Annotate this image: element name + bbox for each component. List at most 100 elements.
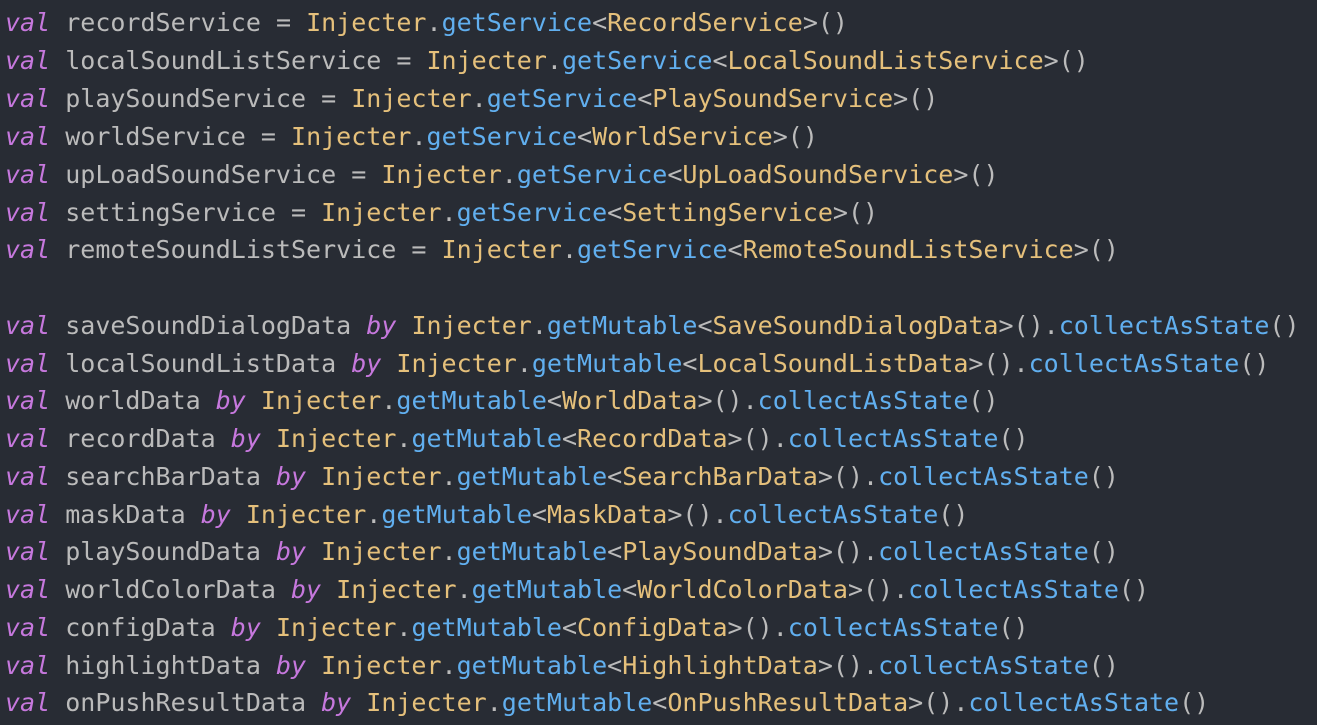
type-argument: RecordService (607, 8, 803, 37)
assign-operator: = (411, 235, 427, 264)
function-call: getMutable (531, 349, 683, 378)
code-line[interactable]: val upLoadSoundService = Injecter.getSer… (5, 156, 999, 194)
call-mid: >(). (727, 424, 788, 453)
keyword-val: val (5, 84, 51, 113)
injecter-object: Injecter (275, 613, 397, 642)
code-line[interactable]: val recordService = Injecter.getService<… (5, 4, 848, 42)
call-tail: () (998, 613, 1029, 642)
injecter-object: Injecter (275, 424, 397, 453)
call-tail: () (1269, 311, 1300, 340)
assign-operator: = (275, 8, 292, 37)
function-call: getMutable (546, 311, 698, 340)
type-argument: UpLoadSoundService (682, 160, 954, 189)
call-mid: >(). (817, 537, 879, 566)
call-mid: >(). (908, 688, 969, 717)
injecter-object: Injecter (381, 160, 502, 189)
call-mid: >(). (998, 311, 1059, 340)
collect-call: collectAsState (878, 537, 1089, 566)
code-line[interactable]: val searchBarData by Injecter.getMutable… (5, 458, 1119, 496)
variable-name: searchBarData (65, 462, 261, 491)
keyword-by: by (275, 462, 307, 491)
injecter-object: Injecter (260, 386, 382, 415)
call-tail: () (998, 424, 1029, 453)
code-line[interactable]: val highlightData by Injecter.getMutable… (5, 647, 1119, 685)
type-argument: ConfigData (577, 613, 728, 642)
call-mid: >(). (667, 500, 728, 529)
function-call: getMutable (501, 688, 653, 717)
code-line[interactable]: val saveSoundDialogData by Injecter.getM… (5, 307, 1300, 345)
call-mid: >(). (847, 575, 909, 604)
variable-name: worldColorData (65, 575, 276, 604)
code-line[interactable]: val configData by Injecter.getMutable<Co… (5, 609, 1029, 647)
call-mid: >(). (817, 462, 879, 491)
call-tail: >() (832, 198, 879, 227)
keyword-val: val (5, 122, 51, 151)
injecter-object: Injecter (336, 575, 457, 604)
code-line[interactable]: val settingService = Injecter.getService… (5, 194, 878, 232)
function-call: getService (577, 235, 728, 264)
type-argument: OnPushResultData (667, 688, 909, 717)
injecter-object: Injecter (411, 311, 532, 340)
function-call: getMutable (456, 651, 608, 680)
variable-name: playSoundData (65, 537, 261, 566)
call-tail: () (938, 500, 969, 529)
variable-name: highlightData (65, 651, 261, 680)
keyword-val: val (5, 386, 51, 415)
keyword-val: val (5, 160, 51, 189)
injecter-object: Injecter (396, 349, 517, 378)
call-mid: >(). (697, 386, 758, 415)
injecter-object: Injecter (426, 46, 547, 75)
type-argument: PlaySoundData (622, 537, 818, 566)
call-mid: >(). (727, 613, 788, 642)
function-call: getService (441, 8, 593, 37)
code-line[interactable]: val localSoundListService = Injecter.get… (5, 42, 1089, 80)
code-line[interactable]: val localSoundListData by Injecter.getMu… (5, 345, 1269, 383)
code-line[interactable]: val worldService = Injecter.getService<W… (5, 118, 818, 156)
call-tail: >() (1043, 46, 1089, 75)
function-call: getMutable (381, 500, 532, 529)
keyword-by: by (291, 575, 322, 604)
code-editor[interactable]: val recordService = Injecter.getService<… (0, 0, 1317, 725)
keyword-by: by (351, 349, 382, 378)
function-call: getMutable (456, 537, 608, 566)
type-argument: SearchBarData (622, 462, 818, 491)
injecter-object: Injecter (366, 688, 487, 717)
collect-call: collectAsState (757, 386, 969, 415)
variable-name: worldData (65, 386, 201, 415)
code-line[interactable]: val onPushResultData by Injecter.getMuta… (5, 684, 1209, 722)
type-argument: SaveSoundDialogData (712, 311, 999, 340)
code-line[interactable]: val worldData by Injecter.getMutable<Wor… (5, 382, 999, 420)
code-line[interactable]: val worldColorData by Injecter.getMutabl… (5, 571, 1149, 609)
function-call: getMutable (456, 462, 608, 491)
call-tail: () (1118, 575, 1149, 604)
call-tail: >() (953, 160, 999, 189)
injecter-object: Injecter (441, 235, 562, 264)
code-line[interactable]: val maskData by Injecter.getMutable<Mask… (5, 496, 968, 534)
code-line[interactable]: val playSoundService = Injecter.getServi… (5, 80, 938, 118)
keyword-by: by (215, 386, 246, 415)
collect-call: collectAsState (787, 613, 999, 642)
type-argument: LocalSoundListData (697, 349, 969, 378)
function-call: getMutable (471, 575, 623, 604)
variable-name: localSoundListService (65, 46, 382, 75)
function-call: getMutable (396, 386, 547, 415)
type-argument: WorldColorData (637, 575, 848, 604)
keyword-val: val (5, 613, 51, 642)
collect-call: collectAsState (908, 575, 1119, 604)
variable-name: recordData (65, 424, 216, 453)
function-call: getMutable (411, 424, 562, 453)
keyword-val: val (5, 198, 51, 227)
collect-call: collectAsState (1058, 311, 1270, 340)
assign-operator: = (321, 84, 337, 113)
code-line[interactable]: val recordData by Injecter.getMutable<Re… (5, 420, 1029, 458)
call-tail: () (1088, 462, 1119, 491)
call-tail: () (968, 386, 999, 415)
collect-call: collectAsState (878, 651, 1089, 680)
code-line[interactable]: val remoteSoundListService = Injecter.ge… (5, 231, 1119, 269)
keyword-val: val (5, 688, 51, 717)
call-mid: >(). (817, 651, 879, 680)
code-line[interactable]: val playSoundData by Injecter.getMutable… (5, 533, 1119, 571)
collect-call: collectAsState (727, 500, 939, 529)
call-tail: >() (893, 84, 939, 113)
keyword-by: by (230, 424, 261, 453)
